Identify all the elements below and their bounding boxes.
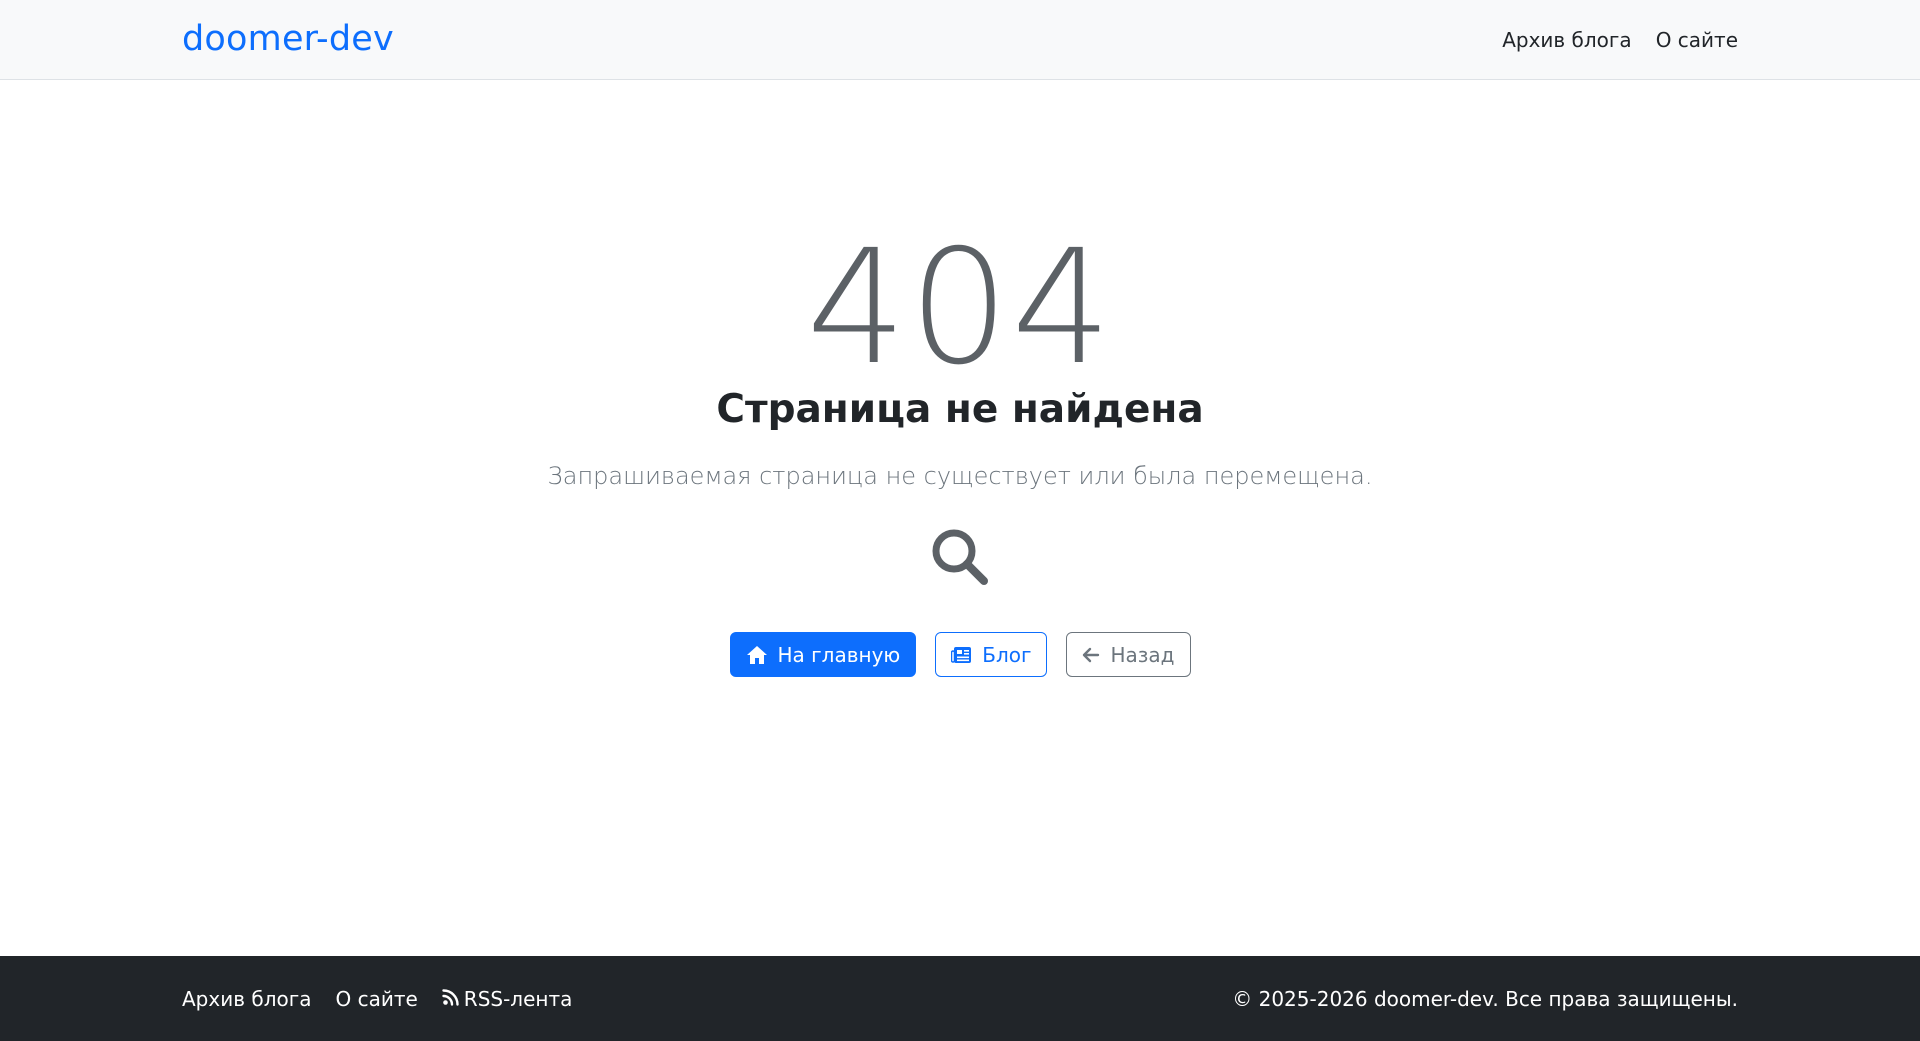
blog-button-label: Блог [982, 642, 1032, 667]
home-icon [746, 645, 768, 665]
main-content: 404 Страница не найдена Запрашиваемая ст… [0, 80, 1920, 956]
footer-nav: Архив блога О сайте RSS-лента [182, 985, 572, 1013]
nav-link-archive[interactable]: Архив блога [1502, 26, 1631, 54]
footer-link-about[interactable]: О сайте [335, 985, 417, 1013]
home-button[interactable]: На главную [729, 632, 917, 677]
search-icon [930, 527, 990, 587]
rss-link-label: RSS-лента [463, 987, 573, 1011]
footer: Архив блога О сайте RSS-лента © 2025-202… [0, 956, 1920, 1041]
home-button-label: На главную [777, 642, 901, 667]
copyright-text: © 2025-2026 doomer-dev. Все права защище… [1232, 987, 1738, 1011]
back-button-label: Назад [1110, 642, 1175, 667]
error-message: Запрашиваемая страница не существует или… [547, 462, 1373, 490]
navbar: doomer-dev Архив блога О сайте [0, 0, 1920, 80]
footer-link-archive[interactable]: Архив блога [182, 985, 311, 1013]
rss-icon [442, 985, 460, 1013]
error-code: 404 [806, 216, 1114, 400]
header-nav: Архив блога О сайте [1502, 26, 1738, 54]
page-title: Страница не найдена [716, 387, 1204, 432]
blog-button[interactable]: Блог [935, 632, 1048, 677]
action-buttons: На главную Блог Назад [0, 632, 1920, 677]
nav-link-about[interactable]: О сайте [1656, 26, 1738, 54]
newspaper-icon [951, 646, 972, 664]
footer-link-rss[interactable]: RSS-лента [442, 985, 573, 1013]
back-button[interactable]: Назад [1066, 632, 1191, 677]
arrow-left-icon [1082, 647, 1100, 663]
brand-link[interactable]: doomer-dev [182, 17, 394, 61]
